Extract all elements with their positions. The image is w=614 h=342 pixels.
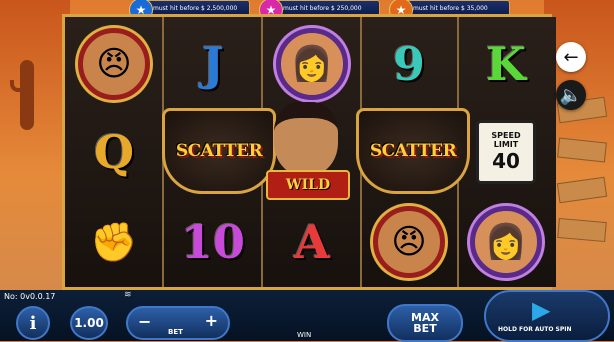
biker-man-symbol-2: 😠 [364, 199, 454, 285]
biker-man-icon: 😠 [373, 206, 445, 278]
coins-icon: ≋ [124, 290, 132, 300]
build-version: No: 0v0.0.17 [4, 292, 56, 301]
biker-girl-symbol-2: 👩 [461, 199, 551, 285]
letter-a-symbol: A [294, 215, 330, 269]
bet-control: − + BET [126, 306, 230, 340]
wild-biker-face [274, 102, 338, 176]
biker-man-symbol: 😠 [69, 21, 159, 107]
spin-button[interactable]: ▶ HOLD FOR AUTO SPIN [484, 290, 610, 342]
fist-rings-symbol: ✊ [69, 199, 159, 285]
fist-icon: ✊ [90, 219, 138, 264]
sound-toggle-button[interactable]: 🔈 [556, 80, 586, 110]
max-bet-button[interactable]: MAX BET [387, 304, 463, 342]
biker-girl-icon: 👩 [470, 206, 542, 278]
letter-k-symbol: K [486, 37, 526, 91]
jackpot-major-text: must hit before $ 250,000 [283, 5, 362, 12]
letter-q-symbol: Q [93, 125, 135, 179]
cactus-image [10, 60, 34, 130]
back-button[interactable]: ← [556, 42, 586, 72]
scatter-symbol-right: SCATTER [356, 108, 470, 194]
auto-spin-hint: HOLD FOR AUTO SPIN [498, 326, 572, 333]
letter-10-symbol: 10 [180, 215, 245, 269]
bet-increase-button[interactable]: + [205, 311, 218, 330]
letter-j-symbol: J [202, 37, 224, 91]
bet-decrease-button[interactable]: − [138, 312, 151, 331]
jackpot-minor-text: must hit before $ 35,000 [413, 5, 488, 12]
control-bar: No: 0v0.0.17 ≋ i 1.00 − + BET WIN MAX BE… [0, 290, 614, 342]
speaker-mute-icon: 🔈 [559, 84, 583, 106]
jackpot-grand-text: must hit before $ 2,500,000 [153, 5, 238, 12]
biker-man-icon: 😠 [78, 28, 150, 100]
desert-background-left [0, 0, 70, 290]
win-label: WIN [297, 331, 312, 339]
wild-symbol: WILD [256, 100, 356, 200]
speed-limit-symbol: SPEED LIMIT 40 [461, 109, 551, 195]
biker-girl-icon: 👩 [276, 28, 348, 100]
play-icon: ▶ [532, 296, 551, 324]
biker-girl-symbol: 👩 [267, 21, 357, 107]
coin-value-button[interactable]: 1.00 [70, 306, 108, 340]
wild-banner: WILD [266, 170, 350, 200]
bet-label: BET [168, 328, 183, 336]
signpost-image [556, 90, 608, 250]
letter-9-symbol: 9 [392, 37, 425, 91]
speed-limit-sign: SPEED LIMIT 40 [476, 120, 536, 184]
info-button[interactable]: i [16, 306, 50, 340]
arrow-left-icon: ← [563, 46, 579, 68]
